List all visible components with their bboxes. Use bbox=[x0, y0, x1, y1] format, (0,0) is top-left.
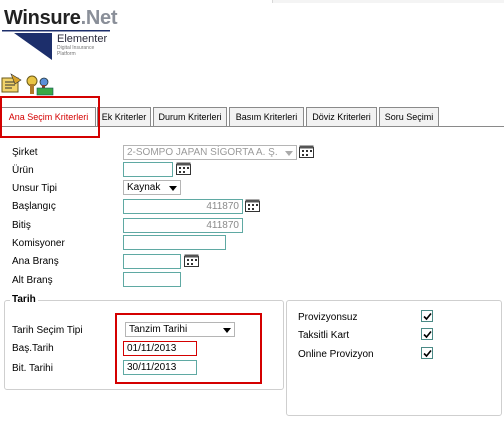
brand-tagline-line2: Platform bbox=[57, 51, 76, 57]
top-bar-left bbox=[0, 0, 272, 3]
tarih-secim-tipi-label: Tarih Seçim Tipi bbox=[12, 325, 83, 336]
lookup-icon[interactable] bbox=[184, 254, 199, 267]
online-provizyon-label: Online Provizyon bbox=[298, 349, 374, 360]
lookup-icon[interactable] bbox=[176, 162, 191, 175]
unsur-tipi-label: Unsur Tipi bbox=[12, 183, 58, 194]
provizyonsuz-label: Provizyonsuz bbox=[298, 312, 358, 323]
bas-tarih-label: Baş.Tarih bbox=[12, 343, 54, 354]
top-bar-right bbox=[272, 0, 504, 3]
ana-brans-input[interactable] bbox=[123, 254, 181, 269]
sirket-label: Şirket bbox=[12, 147, 38, 158]
tarih-highlight-box bbox=[115, 313, 262, 384]
tab-durum-kriterleri[interactable]: Durum Kriterleri bbox=[153, 107, 227, 126]
check-icon bbox=[423, 330, 432, 339]
report-icon[interactable] bbox=[1, 73, 22, 93]
brand-suffix: .Net bbox=[80, 7, 118, 29]
chevron-down-icon bbox=[285, 151, 293, 156]
online-provizyon-checkbox[interactable] bbox=[421, 347, 433, 359]
provizyonsuz-checkbox[interactable] bbox=[421, 310, 433, 322]
tab-ek-kriterler[interactable]: Ek Kriterler bbox=[97, 107, 151, 126]
komisyoner-input[interactable] bbox=[123, 235, 226, 250]
chevron-down-icon bbox=[169, 186, 177, 191]
brand-tagline: Digital Insurance Platform bbox=[57, 45, 94, 57]
tab-doviz-kriterleri[interactable]: Döviz Kriterleri bbox=[306, 107, 377, 126]
baslangic-label: Başlangıç bbox=[12, 201, 56, 212]
brand-logo: Winsure.Net bbox=[4, 7, 118, 30]
komisyoner-label: Komisyoner bbox=[12, 238, 65, 249]
tab-basim-kriterleri[interactable]: Basım Kriterleri bbox=[229, 107, 304, 126]
alt-brans-label: Alt Branş bbox=[12, 275, 53, 286]
taksitli-kart-label: Taksitli Kart bbox=[298, 330, 350, 341]
baslangic-input[interactable]: 411870 bbox=[123, 199, 243, 214]
tarih-legend: Tarih bbox=[10, 294, 38, 305]
check-icon bbox=[423, 349, 432, 358]
lookup-icon[interactable] bbox=[299, 145, 314, 158]
lookup-icon[interactable] bbox=[245, 199, 260, 212]
unsur-tipi-value: Kaynak bbox=[127, 182, 161, 193]
sirket-select[interactable]: 2-SOMPO JAPAN SİGORTA A. Ş. bbox=[123, 145, 297, 160]
sirket-select-value: 2-SOMPO JAPAN SİGORTA A. Ş. bbox=[127, 147, 278, 158]
tab-highlight-box bbox=[0, 96, 100, 138]
brand-name: Winsure bbox=[4, 7, 81, 29]
tools-icon[interactable] bbox=[26, 75, 54, 96]
taksitli-kart-checkbox[interactable] bbox=[421, 328, 433, 340]
brand-product: Elementer bbox=[57, 33, 108, 45]
unsur-tipi-select[interactable]: Kaynak bbox=[123, 180, 181, 195]
urun-label: Ürün bbox=[12, 165, 34, 176]
check-icon bbox=[423, 312, 432, 321]
toolbar-icons bbox=[1, 73, 54, 96]
bitis-input[interactable]: 411870 bbox=[123, 218, 243, 233]
ana-brans-label: Ana Branş bbox=[12, 256, 59, 267]
urun-input[interactable] bbox=[123, 162, 173, 177]
bit-tarihi-label: Bit. Tarihi bbox=[12, 363, 53, 374]
bitis-label: Bitiş bbox=[12, 220, 31, 231]
tab-soru-secimi[interactable]: Soru Seçimi bbox=[379, 107, 439, 126]
alt-brans-input[interactable] bbox=[123, 272, 181, 287]
